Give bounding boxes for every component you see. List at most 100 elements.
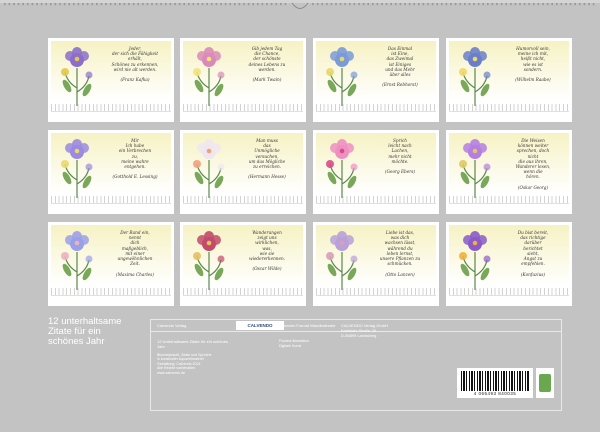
binding-hole: [487, 3, 489, 6]
binding-hole: [579, 3, 581, 6]
binding-hole: [40, 3, 43, 6]
binding-hole: [155, 3, 158, 6]
month-page: Liebe ist das, was dich wachsen lässt, w…: [313, 222, 439, 306]
binding-hole: [399, 3, 402, 6]
binding-hole: [17, 3, 20, 6]
month-page: Man muss das Unmögliche versuchen, um da…: [180, 130, 306, 214]
binding-hole: [491, 3, 494, 6]
binding-hole: [22, 3, 24, 6]
binding-hole: [31, 3, 34, 6]
binding-hole: [441, 3, 443, 6]
quote-text: Liebe ist das, was dich wachsen lässt, w…: [379, 230, 421, 277]
quote-card: Mir Ich habe ein Verbrechen zu, meine wa…: [51, 133, 171, 198]
flower-illustration: [459, 47, 491, 106]
binding-hole: [86, 3, 89, 6]
binding-hole: [569, 3, 572, 6]
binding-hole: [473, 3, 475, 6]
binding-hole: [178, 3, 181, 6]
publisher-label: Calvendo Verlag: [157, 323, 187, 328]
binding-hole: [27, 3, 29, 6]
month-page: Humorvoll sein, meine ich mit, heißt nic…: [446, 38, 572, 122]
flower-illustration: [61, 139, 93, 198]
binding-hole: [201, 3, 204, 6]
binding-hole: [523, 3, 526, 6]
quote-card: Liebe ist das, was dich wachsen lässt, w…: [316, 225, 436, 290]
binding-hole: [270, 3, 273, 6]
quote-card: Der Rand ein, nennt dich maßgeblich, mit…: [51, 225, 171, 290]
binding-hole: [220, 3, 222, 6]
binding-hole: [243, 3, 245, 6]
binding-hole: [344, 3, 346, 6]
binding-hole: [408, 3, 411, 6]
binding-hole: [73, 3, 75, 6]
binding-hole: [54, 3, 57, 6]
binding-hole: [496, 3, 498, 6]
quote-text: Die Weisen können weiter sprechen, doch …: [515, 138, 551, 190]
binding-hole: [560, 3, 563, 6]
binding-hole: [146, 3, 149, 6]
binding-hole: [353, 3, 356, 6]
binding-hole: [583, 3, 586, 6]
binding-hole: [36, 3, 38, 6]
binding-hole: [109, 3, 112, 6]
quote-text: Man muss das Unmögliche versuchen, um da…: [248, 138, 286, 180]
binding-hole: [68, 3, 70, 6]
quote-text: Der Rand ein, nennt dich maßgeblich, mit…: [116, 230, 154, 277]
binding-hole: [266, 3, 268, 6]
binding-hole: [238, 3, 241, 6]
binding-hole: [284, 3, 287, 6]
binding-hole: [482, 3, 484, 6]
quote-card: Humorvoll sein, meine ich mit, heißt nic…: [449, 41, 569, 106]
binding-hole: [169, 3, 172, 6]
binding-hole: [142, 3, 144, 6]
quote-text: Humorvoll sein, meine ich mit, heißt nic…: [515, 46, 551, 83]
binding-hole: [45, 3, 47, 6]
binding-hole: [551, 3, 553, 6]
flower-illustration: [326, 47, 358, 106]
binding-hole: [4, 3, 6, 6]
binding-hole: [588, 3, 590, 6]
binding-hole: [229, 3, 231, 6]
binding-hole: [160, 3, 162, 6]
cover-title: 12 unterhaltsame Zitate für ein schönes …: [48, 316, 122, 347]
binding-hole: [312, 3, 314, 6]
binding-hole: [542, 3, 544, 6]
binding-hole: [546, 3, 549, 6]
day-grid-line: [183, 111, 303, 112]
binding-hole: [8, 3, 11, 6]
day-grid-line: [316, 111, 436, 112]
day-grid-line: [449, 203, 569, 204]
month-page: Jeder, der sich die Fähigkeit erhält, Sc…: [48, 38, 174, 122]
barcode-number: 4 065493 840035: [473, 391, 517, 396]
quote-card: Gib jedem Tag die Chance, der schönste d…: [183, 41, 303, 106]
quote-text: Du bist bereit, das richtige darüber ber…: [517, 230, 549, 277]
binding-hole: [165, 3, 167, 6]
quote-card: Du bist bereit, das richtige darüber ber…: [449, 225, 569, 290]
day-grid-line: [183, 203, 303, 204]
month-page: Der Rand ein, nennt dich maßgeblich, mit…: [48, 222, 174, 306]
quote-card: Sprich leicht nach Lachen, mehr nicht mö…: [316, 133, 436, 198]
binding-hole: [132, 3, 135, 6]
binding-hole: [100, 3, 103, 6]
month-page: Wanderungen zeigt uns wirklichen, was, w…: [180, 222, 306, 306]
binding-hole: [211, 3, 213, 6]
barcode: 4 065493 840035: [457, 368, 533, 398]
binding-hole: [362, 3, 365, 6]
binding-hole: [174, 3, 176, 6]
binding-hole: [477, 3, 480, 6]
flower-illustration: [61, 47, 93, 106]
eco-label: [536, 368, 554, 398]
day-grid-line: [183, 295, 303, 296]
binding-hole: [427, 3, 429, 6]
month-page: Mir Ich habe ein Verbrechen zu, meine wa…: [48, 130, 174, 214]
binding-hole: [385, 3, 388, 6]
day-grid-line: [449, 111, 569, 112]
info-small-block: Blumenpracht, Zitate und Sprüche in kuns…: [157, 353, 212, 375]
binding-hole: [468, 3, 471, 6]
month-page: Das Einmal ist Eine, das Zweimal ist Ein…: [313, 38, 439, 122]
binding-hole: [464, 3, 466, 6]
binding-hole: [224, 3, 227, 6]
binding-hole: [431, 3, 434, 6]
binding-hole: [137, 3, 139, 6]
day-grid-line: [51, 295, 171, 296]
